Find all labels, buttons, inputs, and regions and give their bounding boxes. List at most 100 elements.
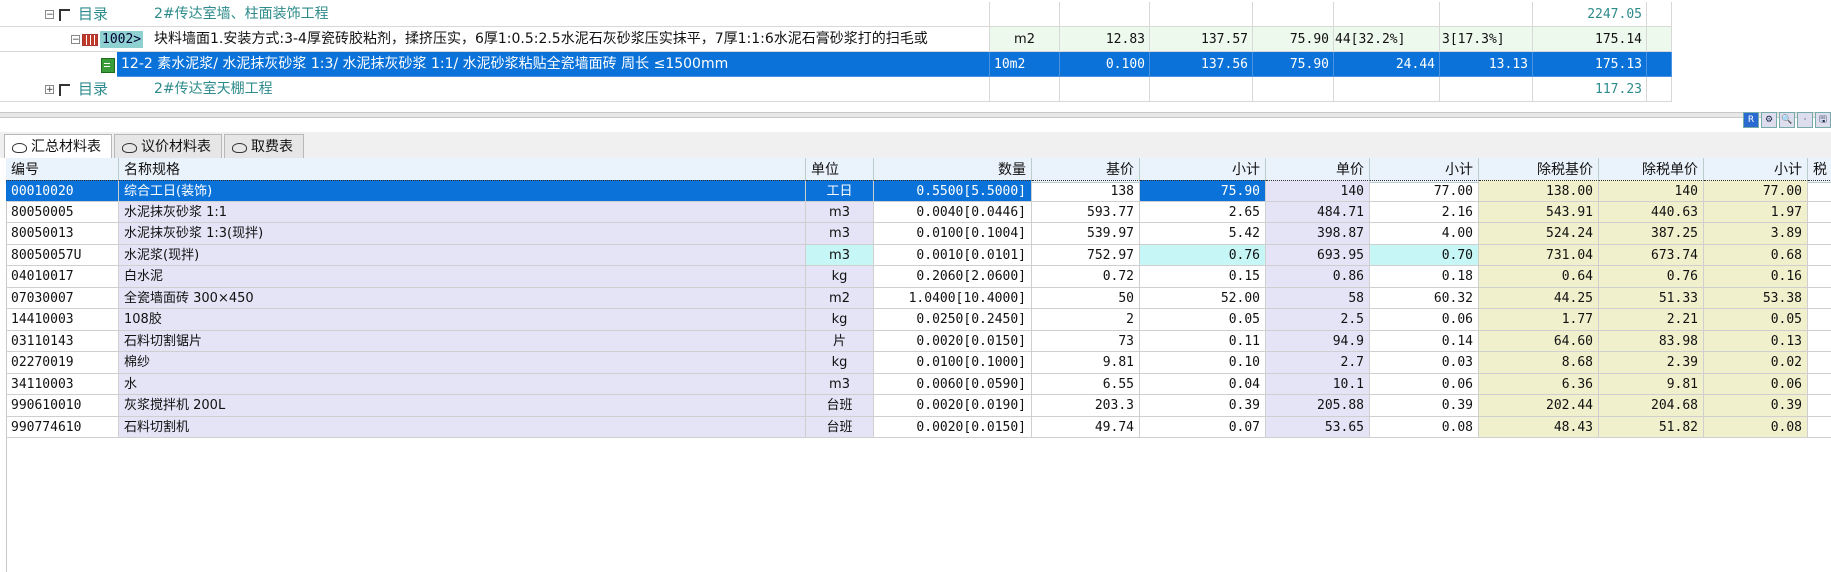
mat-name[interactable]: 石料切割锯片 <box>119 330 806 352</box>
dot-icon[interactable]: · <box>1797 112 1813 128</box>
mat-unit[interactable]: m3 <box>806 201 874 223</box>
mat-base-price[interactable]: 49.74 <box>1032 416 1140 438</box>
settings-icon[interactable]: ⚙ <box>1761 112 1777 128</box>
mat-unit-price[interactable]: 2.5 <box>1266 309 1370 331</box>
mat-subtotal-3[interactable]: 77.00 <box>1704 180 1808 202</box>
table-row[interactable]: 990610010 灰浆搅拌机 200L 台班 0.0020[0.0190] 203.3… <box>6 395 1831 417</box>
mat-code[interactable]: 04010017 <box>6 266 119 288</box>
mat-name[interactable]: 棉纱 <box>119 352 806 374</box>
mat-subtotal[interactable]: 5.42 <box>1140 223 1266 245</box>
tab-negotiated-materials[interactable]: 议价材料表 <box>114 134 222 158</box>
tree-row-quota-selected[interactable]: 12-2 素水泥浆/ 水泥抹灰砂浆 1:3/ 水泥抹灰砂浆 1:1/ 水泥砂浆粘… <box>0 52 1672 77</box>
mat-tax[interactable] <box>1808 202 1831 223</box>
mat-code[interactable]: 990610010 <box>6 395 119 417</box>
mat-code[interactable]: 80050057U <box>6 244 119 266</box>
pane-splitter[interactable] <box>0 112 1831 118</box>
table-row[interactable]: 02270019 棉纱 kg 0.0100[0.1000] 9.81 0.10 2.7 0.0… <box>6 352 1831 374</box>
mat-subtotal-3[interactable]: 0.16 <box>1704 266 1808 288</box>
mat-quantity[interactable]: 0.0020[0.0150] <box>874 416 1032 438</box>
mat-base-price[interactable]: 9.81 <box>1032 352 1140 374</box>
mat-subtotal[interactable]: 0.05 <box>1140 309 1266 331</box>
mat-taxfree-price[interactable]: 140 <box>1599 180 1704 202</box>
mat-taxfree-base[interactable]: 8.68 <box>1479 352 1599 374</box>
mat-subtotal-2[interactable]: 60.32 <box>1370 287 1479 309</box>
mat-unit[interactable]: kg <box>806 309 874 331</box>
table-row[interactable]: 07030007 全瓷墙面砖 300×450 m2 1.0400[10.4000] 50… <box>6 287 1831 309</box>
collapse-icon[interactable]: − <box>45 10 54 20</box>
mat-base-price[interactable]: 539.97 <box>1032 223 1140 245</box>
mat-unit-price[interactable]: 140 <box>1266 180 1370 202</box>
mat-subtotal-2[interactable]: 0.03 <box>1370 352 1479 374</box>
mat-unit-price[interactable]: 398.87 <box>1266 223 1370 245</box>
mat-taxfree-base[interactable]: 138.00 <box>1479 180 1599 202</box>
mat-tax[interactable] <box>1808 288 1831 309</box>
mat-name[interactable]: 灰浆搅拌机 200L <box>119 395 806 417</box>
mat-code[interactable]: 03110143 <box>6 330 119 352</box>
mat-base-price[interactable]: 6.55 <box>1032 373 1140 395</box>
table-row[interactable]: 80050005 水泥抹灰砂浆 1:1 m3 0.0040[0.0446] 593.77… <box>6 201 1831 223</box>
mat-subtotal[interactable]: 0.07 <box>1140 416 1266 438</box>
mat-taxfree-base[interactable]: 44.25 <box>1479 287 1599 309</box>
mat-unit[interactable]: m2 <box>806 287 874 309</box>
mat-taxfree-base[interactable]: 731.04 <box>1479 244 1599 266</box>
mat-name[interactable]: 全瓷墙面砖 300×450 <box>119 287 806 309</box>
tab-fees[interactable]: 取费表 <box>224 134 304 158</box>
mat-tax[interactable] <box>1808 352 1831 374</box>
mat-tax[interactable] <box>1808 309 1831 331</box>
mat-taxfree-base[interactable]: 0.64 <box>1479 266 1599 288</box>
table-row[interactable]: 990774610 石料切割机 台班 0.0020[0.0150] 49.74 0.07 5… <box>6 416 1831 438</box>
mat-tax[interactable] <box>1808 223 1831 245</box>
mat-unit[interactable]: 工日 <box>806 180 874 202</box>
mat-quantity[interactable]: 0.0020[0.0150] <box>874 330 1032 352</box>
mat-taxfree-base[interactable]: 524.24 <box>1479 223 1599 245</box>
mat-taxfree-price[interactable]: 204.68 <box>1599 395 1704 417</box>
mat-subtotal[interactable]: 0.10 <box>1140 352 1266 374</box>
mat-taxfree-price[interactable]: 83.98 <box>1599 330 1704 352</box>
tree-row-item[interactable]: − 1002> 块料墙面1.安装方式:3-4厚瓷砖胶粘剂，揉挤压实，6厚1:0.… <box>0 27 1672 52</box>
mat-subtotal-3[interactable]: 0.68 <box>1704 244 1808 266</box>
mat-base-price[interactable]: 203.3 <box>1032 395 1140 417</box>
mat-subtotal-3[interactable]: 3.89 <box>1704 223 1808 245</box>
mat-subtotal-2[interactable]: 2.16 <box>1370 201 1479 223</box>
mat-taxfree-price[interactable]: 0.76 <box>1599 266 1704 288</box>
mat-subtotal[interactable]: 75.90 <box>1140 180 1266 202</box>
mat-quantity[interactable]: 0.0060[0.0590] <box>874 373 1032 395</box>
mat-unit[interactable]: m3 <box>806 223 874 245</box>
mat-taxfree-base[interactable]: 1.77 <box>1479 309 1599 331</box>
mat-name[interactable]: 白水泥 <box>119 266 806 288</box>
mat-name[interactable]: 108胶 <box>119 309 806 331</box>
table-row[interactable]: 80050013 水泥抹灰砂浆 1:3(现拌) m3 0.0100[0.1004] 53… <box>6 223 1831 245</box>
mat-unit[interactable]: m3 <box>806 244 874 266</box>
save-icon[interactable]: 🖫 <box>1815 112 1831 128</box>
mat-name[interactable]: 水 <box>119 373 806 395</box>
table-row[interactable]: 00010020 综合工日(装饰) 工日 0.5500[5.5000] 138 75.90… <box>6 180 1831 202</box>
mat-base-price[interactable]: 2 <box>1032 309 1140 331</box>
mat-quantity[interactable]: 0.2060[2.0600] <box>874 266 1032 288</box>
mat-subtotal[interactable]: 52.00 <box>1140 287 1266 309</box>
table-row[interactable]: 03110143 石料切割锯片片 0.0020[0.0150] 73 0.11 94.9 0… <box>6 330 1831 352</box>
mat-taxfree-price[interactable]: 673.74 <box>1599 244 1704 266</box>
mat-subtotal[interactable]: 0.04 <box>1140 373 1266 395</box>
mat-unit-price[interactable]: 94.9 <box>1266 330 1370 352</box>
mat-code[interactable]: 990774610 <box>6 416 119 438</box>
mat-subtotal[interactable]: 0.76 <box>1140 244 1266 266</box>
mat-quantity[interactable]: 0.5500[5.5000] <box>874 180 1032 202</box>
collapse-icon[interactable]: − <box>71 35 80 45</box>
mat-taxfree-base[interactable]: 543.91 <box>1479 201 1599 223</box>
mat-taxfree-price[interactable]: 51.82 <box>1599 416 1704 438</box>
mat-subtotal-3[interactable]: 0.39 <box>1704 395 1808 417</box>
mat-unit[interactable]: 台班 <box>806 395 874 417</box>
mat-taxfree-base[interactable]: 6.36 <box>1479 373 1599 395</box>
mat-subtotal-2[interactable]: 0.06 <box>1370 373 1479 395</box>
mat-tax[interactable] <box>1808 374 1831 395</box>
tree-row-directory[interactable]: − 目录 2#传达室墙、柱面装饰工程 2247.05 <box>0 2 1672 27</box>
mat-tax[interactable] <box>1808 331 1831 352</box>
table-row[interactable]: 14410003 108胶 kg 0.0250[0.2450] 2 0.05 2.5 0.06… <box>6 309 1831 331</box>
mat-code[interactable]: 00010020 <box>6 180 119 202</box>
mat-subtotal-3[interactable]: 0.13 <box>1704 330 1808 352</box>
mat-unit-price[interactable]: 2.7 <box>1266 352 1370 374</box>
mat-unit[interactable]: m3 <box>806 373 874 395</box>
mat-quantity[interactable]: 0.0100[0.1004] <box>874 223 1032 245</box>
mat-base-price[interactable]: 50 <box>1032 287 1140 309</box>
mat-code[interactable]: 02270019 <box>6 352 119 374</box>
